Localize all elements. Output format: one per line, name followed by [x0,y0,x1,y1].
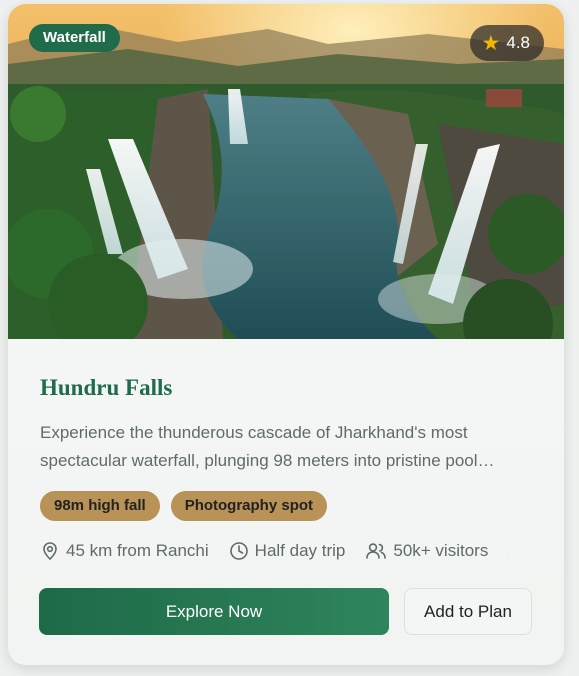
tag-photography: Photography spot [170,491,328,521]
card-title: Hundru Falls [40,375,173,400]
meta-duration-label: Half day trip [254,541,346,560]
meta-visitors-label: 50k+ visitors [393,541,489,560]
meta-duration: Half day trip [229,541,346,561]
location-pin-icon [43,542,57,561]
add-to-plan-button[interactable]: Add to Plan [404,588,532,635]
destination-card: Waterfall ★ 4.8 Hundru Falls Experience … [8,4,564,665]
clock-icon [229,542,248,560]
star-icon: ★ [481,31,501,55]
explore-now-button[interactable]: Explore Now [39,588,389,635]
category-badge: Waterfall [29,24,120,52]
rating-badge: ★ 4.8 [469,25,544,61]
rating-value: 4.8 [506,33,530,52]
tag-list: 98m high fall Photography spot [40,491,328,521]
users-icon [366,543,387,559]
meta-distance-label: 45 km from Ranchi [66,541,209,560]
tag-height: 98m high fall [40,491,160,521]
meta-distance: 45 km from Ranchi [40,541,209,561]
meta-row: 45 km from Ranchi Half day trip 50k+ vis… [40,541,488,561]
meta-visitors: 50k+ visitors [365,541,488,561]
card-description: Experience the thunderous cascade of Jha… [40,423,495,470]
